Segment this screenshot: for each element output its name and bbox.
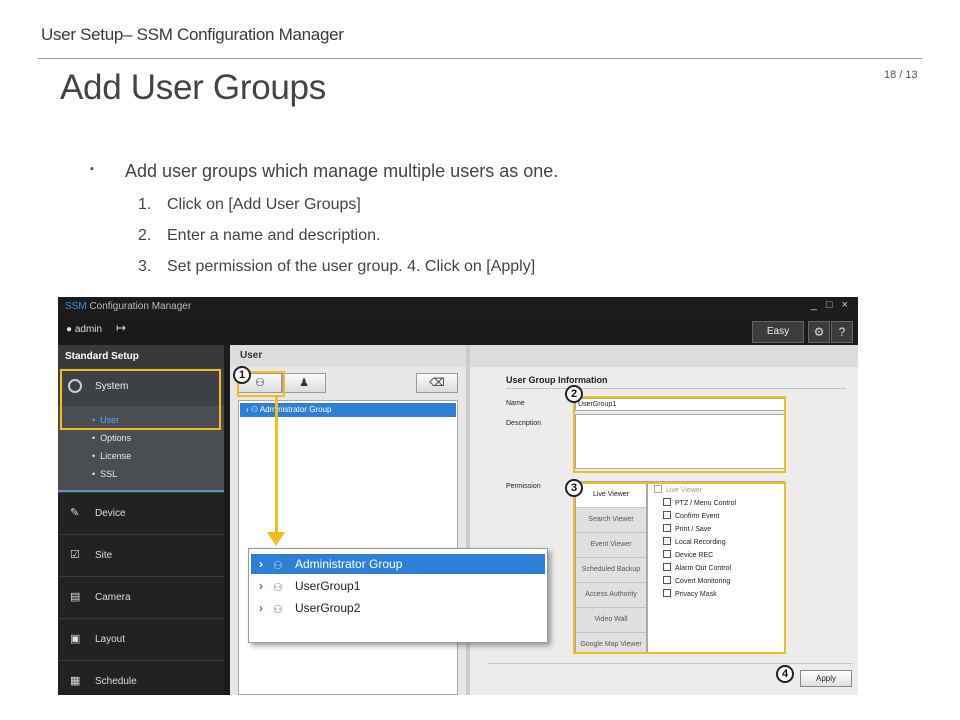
permission-label: Permission <box>506 483 541 490</box>
camera-icon: ▤ <box>70 591 81 603</box>
submenu-item-options[interactable]: • Options <box>92 433 131 443</box>
page-number: 18 / 13 <box>884 69 918 81</box>
slide-header: User Setup– SSM Configuration Manager <box>41 25 344 44</box>
window-title: SSM Configuration Manager <box>65 301 192 312</box>
user-panel-title: User <box>230 345 466 367</box>
callout-2: 2 <box>565 385 583 403</box>
group-icon: ⚇ <box>273 582 283 594</box>
chevron-right-icon: › <box>259 579 263 593</box>
step-2: 2. Enter a name and description. <box>138 227 381 244</box>
bullet-text: Add user groups which manage multiple us… <box>125 161 559 181</box>
step-3: 3. Set permission of the user group. 4. C… <box>138 258 536 275</box>
group-icon: ⚇ <box>273 604 283 616</box>
info-divider <box>506 388 846 389</box>
sidebar-title: Standard Setup <box>58 345 224 368</box>
slide-title: Add User Groups <box>60 68 326 107</box>
help-button[interactable]: ? <box>831 321 853 343</box>
schedule-icon: ▦ <box>70 675 81 687</box>
callout-4: 4 <box>776 665 794 683</box>
sidebar-item-camera[interactable]: ▤ Camera <box>58 576 224 619</box>
zoom-tree-item-administrator-group[interactable]: › ⚇ Administrator Group <box>251 554 545 574</box>
header-divider <box>38 58 922 59</box>
chevron-right-icon: › <box>259 557 263 571</box>
user-info: ● admin <box>66 324 103 335</box>
arrow-head-icon <box>267 532 285 546</box>
group-icon: ⚇ <box>273 560 283 572</box>
sidebar-item-device[interactable]: ✎ Device <box>58 492 224 535</box>
apply-button[interactable]: Apply <box>800 670 852 687</box>
bullet-icon: ▪ <box>90 163 94 175</box>
highlight-system-user <box>60 369 221 430</box>
footer-divider <box>488 663 853 664</box>
window-controls[interactable]: _ □ × <box>811 299 851 311</box>
gear-icon[interactable]: ⚙ <box>808 321 830 343</box>
trash-icon: ⌫ <box>429 377 445 389</box>
callout-arrow <box>275 395 278 535</box>
highlight-name-description <box>573 396 786 473</box>
highlight-permissions <box>573 482 786 654</box>
step-1: 1. Click on [Add User Groups] <box>138 196 361 213</box>
easy-guide-button[interactable]: Easy Guide <box>752 321 804 357</box>
zoom-tree-item-usergroup2[interactable]: › ⚇ UserGroup2 <box>251 598 545 618</box>
user-icon: ● <box>66 324 73 335</box>
zoom-tree-item-usergroup1[interactable]: › ⚇ UserGroup1 <box>251 576 545 596</box>
sidebar-item-schedule[interactable]: ▦ Schedule <box>58 660 224 695</box>
site-icon: ☑ <box>70 549 80 561</box>
sidebar-item-site[interactable]: ☑ Site <box>58 534 224 577</box>
layout-icon: ▣ <box>70 633 81 645</box>
sidebar-item-layout[interactable]: ▣ Layout <box>58 618 224 661</box>
add-user-button[interactable]: ♟ <box>282 373 326 393</box>
submenu-item-license[interactable]: • License <box>92 451 131 461</box>
add-user-icon: ♟ <box>299 377 309 389</box>
callout-3: 3 <box>565 479 583 497</box>
top-toolbar: ● admin ↦ Easy Guide ⚙ ? <box>58 316 858 357</box>
tree-item-administrator-group[interactable]: › ⚇ Administrator Group <box>240 403 456 417</box>
logout-icon[interactable]: ↦ <box>116 321 134 337</box>
zoomed-tree-inset: › ⚇ Administrator Group › ⚇ UserGroup1 › ⚇ Use… <box>248 548 548 643</box>
info-panel-header <box>470 345 858 367</box>
name-label: Name <box>506 400 525 407</box>
window-titlebar: SSM Configuration Manager _ □ × <box>58 297 858 316</box>
delete-button[interactable]: ⌫ <box>416 373 458 393</box>
device-icon: ✎ <box>70 507 80 519</box>
chevron-right-icon: › <box>259 601 263 615</box>
submenu-item-ssl[interactable]: • SSL <box>92 469 117 479</box>
description-label: Description <box>506 420 542 427</box>
info-title: User Group Information <box>506 375 608 385</box>
callout-1: 1 <box>233 366 251 384</box>
